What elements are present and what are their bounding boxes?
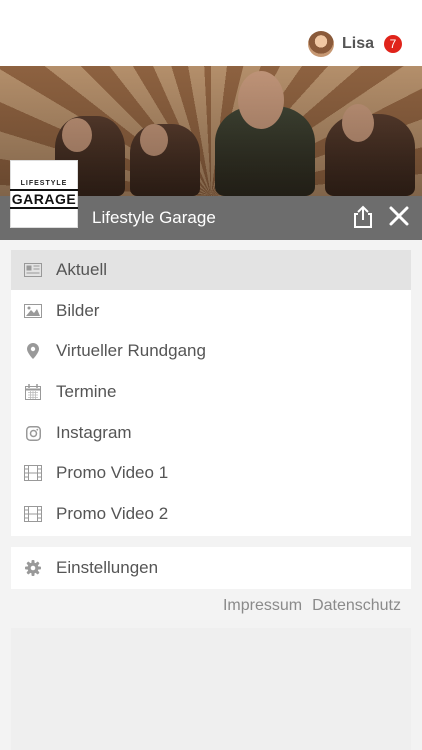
location-pin-icon	[24, 342, 42, 360]
user-avatar[interactable]	[307, 31, 334, 57]
menu-item-label: Aktuell	[56, 260, 108, 279]
top-bar: Lisa 7	[0, 0, 422, 66]
menu-item-promo-video-1[interactable]: Promo Video 1	[11, 453, 411, 493]
menu-item-aktuell[interactable]: Aktuell	[11, 250, 411, 290]
share-icon	[354, 205, 372, 228]
film-icon	[24, 505, 42, 523]
venue-logo: LIFESTYLE GARAGE	[9, 160, 79, 228]
gear-icon	[24, 559, 42, 577]
menu-item-label: Bilder	[56, 301, 100, 320]
close-button[interactable]	[388, 205, 410, 227]
menu-item-termine[interactable]: Termine	[11, 372, 411, 412]
logo-top-text: LIFESTYLE	[20, 179, 68, 187]
film-icon	[24, 464, 42, 482]
notification-badge[interactable]: 7	[384, 35, 402, 53]
empty-content-area	[11, 628, 411, 750]
user-name[interactable]: Lisa	[342, 35, 374, 53]
menu-item-label: Virtueller Rundgang	[56, 341, 206, 360]
logo-main-text: GARAGE	[9, 188, 79, 209]
venue-title: Lifestyle Garage	[92, 208, 216, 227]
share-button[interactable]	[350, 204, 376, 230]
footer-links: Impressum Datenschutz	[223, 597, 401, 615]
impressum-link[interactable]: Impressum	[223, 597, 302, 615]
menu-item-promo-video-2[interactable]: Promo Video 2	[11, 494, 411, 534]
close-icon	[389, 206, 409, 226]
menu-item-label: Promo Video 1	[56, 463, 169, 482]
settings-item[interactable]: Einstellungen	[11, 547, 411, 589]
newspaper-icon	[24, 261, 42, 279]
calendar-icon	[24, 383, 42, 401]
menu-item-virtueller-rundgang[interactable]: Virtueller Rundgang	[11, 331, 411, 371]
user-profile[interactable]: Lisa 7	[307, 30, 402, 58]
menu-item-label: Termine	[56, 382, 117, 401]
image-icon	[24, 302, 42, 320]
instagram-icon	[24, 424, 42, 442]
menu-item-bilder[interactable]: Bilder	[11, 291, 411, 331]
menu-item-label: Promo Video 2	[56, 504, 169, 523]
navigation-menu: Aktuell Bilder Virtueller Rundgang Termi…	[11, 250, 411, 536]
menu-item-instagram[interactable]: Instagram	[11, 413, 411, 453]
datenschutz-link[interactable]: Datenschutz	[312, 597, 401, 615]
settings-label: Einstellungen	[56, 558, 159, 577]
menu-item-label: Instagram	[56, 423, 132, 442]
